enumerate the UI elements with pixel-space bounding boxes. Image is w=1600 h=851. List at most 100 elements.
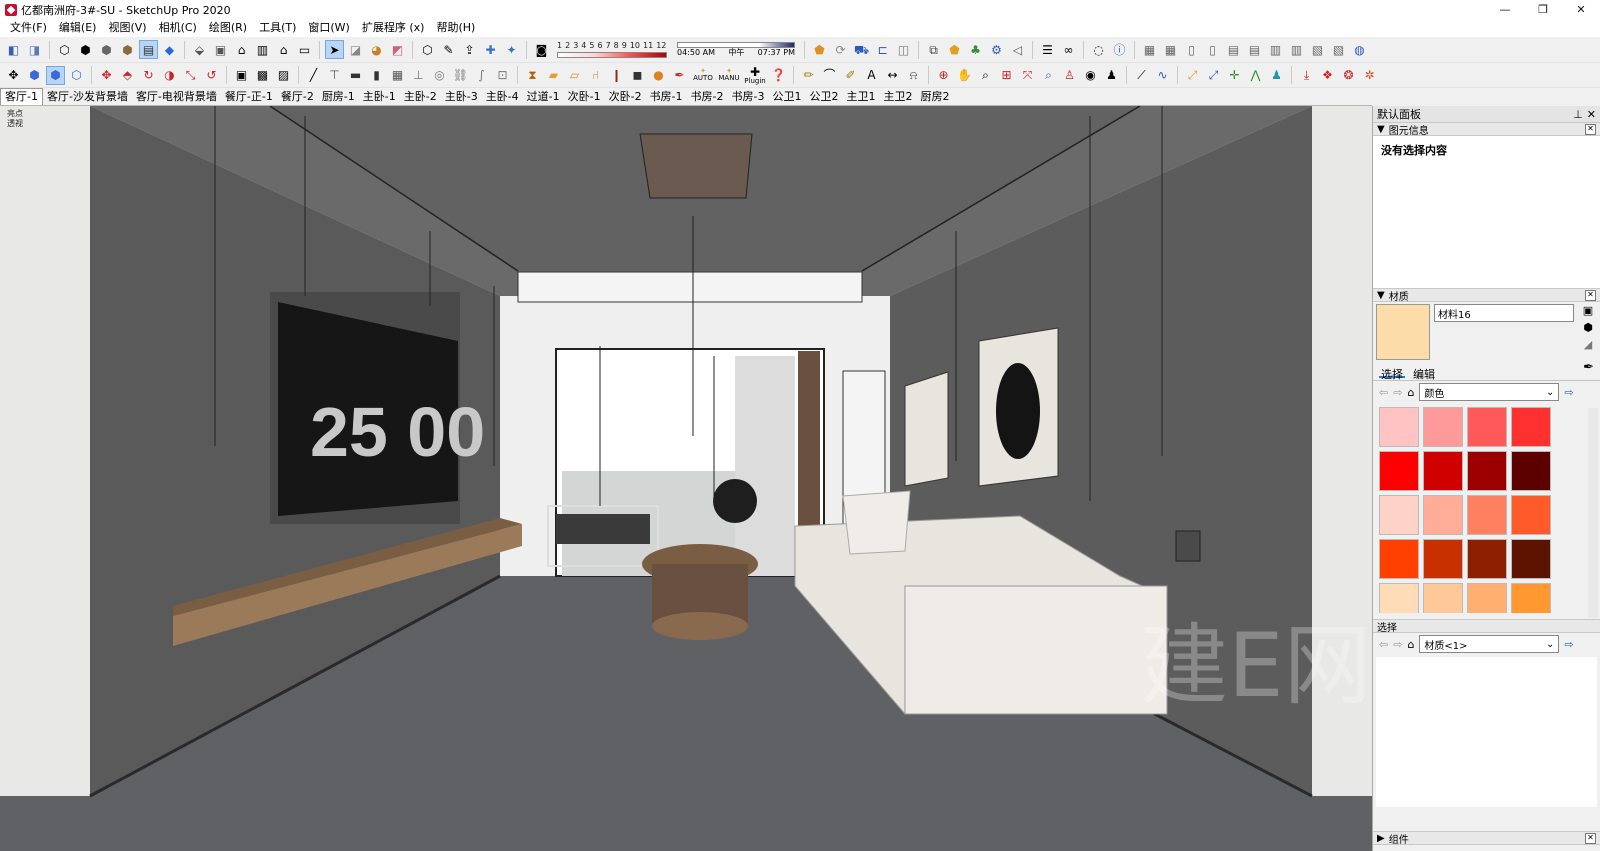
- film-icon[interactable]: ▮: [367, 66, 386, 85]
- shaded-textures-icon[interactable]: ⬢: [118, 40, 137, 59]
- globe-icon[interactable]: ◍: [1350, 40, 1369, 59]
- color-swatch[interactable]: [1423, 451, 1463, 491]
- t-tool-icon[interactable]: ⊤: [325, 66, 344, 85]
- scene-tab[interactable]: 公卫1: [768, 89, 805, 105]
- details-arrow-icon[interactable]: ⇨: [1564, 386, 1573, 399]
- color-swatch[interactable]: [1423, 539, 1463, 579]
- xray-icon[interactable]: ◧: [4, 40, 23, 59]
- camera-icon[interactable]: ◫: [894, 40, 913, 59]
- pencil-icon[interactable]: ✏: [799, 66, 818, 85]
- menu-file[interactable]: 文件(F): [4, 19, 53, 37]
- chair-icon[interactable]: ⑁: [586, 66, 605, 85]
- chain-icon[interactable]: ⛓: [451, 66, 470, 85]
- axes-b-icon[interactable]: ⤢: [1204, 66, 1223, 85]
- color-swatch[interactable]: [1511, 407, 1551, 447]
- scene-tab[interactable]: 厨房-1: [318, 89, 359, 105]
- cube-outline-icon[interactable]: ⬡: [67, 66, 86, 85]
- color-swatch[interactable]: [1379, 407, 1419, 447]
- menu-help[interactable]: 帮助(H): [430, 19, 481, 37]
- help-icon[interactable]: ❓: [769, 66, 788, 85]
- sun-icon[interactable]: ✦: [502, 40, 521, 59]
- scene-tab[interactable]: 主卧-2: [400, 89, 441, 105]
- panel-e-icon[interactable]: ▧: [1308, 40, 1327, 59]
- grid-b-icon[interactable]: ▦: [1161, 40, 1180, 59]
- wireframe-icon[interactable]: ⬡: [55, 40, 74, 59]
- minimize-button[interactable]: —: [1486, 0, 1524, 19]
- manu-icon[interactable]: ✦ MANU: [717, 66, 741, 85]
- scene-tab[interactable]: 过道-1: [523, 89, 564, 105]
- color-swatch[interactable]: [1379, 539, 1419, 579]
- model-materials-dropdown[interactable]: 材质<1> ⌄: [1419, 635, 1560, 653]
- frame-a-icon[interactable]: ▣: [232, 66, 251, 85]
- color-swatch[interactable]: [1423, 583, 1463, 613]
- walk-icon[interactable]: ♟: [1102, 66, 1121, 85]
- color-swatch[interactable]: [1511, 583, 1551, 613]
- color-swatch[interactable]: [1467, 539, 1507, 579]
- shade-triangle-icon[interactable]: ◢: [1584, 338, 1592, 351]
- swatch-scrollbar[interactable]: [1588, 408, 1598, 618]
- living-room-scene[interactable]: 25 00 建E网: [0, 106, 1372, 851]
- window-icon[interactable]: ⊡: [493, 66, 512, 85]
- materials-header[interactable]: ▼ 材质 ✕: [1373, 288, 1600, 303]
- doc-a-icon[interactable]: ▯: [1182, 40, 1201, 59]
- scene-tab[interactable]: 主卫2: [879, 89, 916, 105]
- collection-dropdown[interactable]: 颜色 ⌄: [1419, 383, 1560, 401]
- top-view-icon[interactable]: ▣: [211, 40, 230, 59]
- zoom-icon[interactable]: ⌕: [976, 66, 995, 85]
- cube-selected-icon[interactable]: ⬢: [46, 65, 65, 85]
- collapse-triangle-icon[interactable]: ▼: [1377, 290, 1385, 301]
- extension-warehouse-icon[interactable]: ✚: [481, 40, 500, 59]
- pan-icon[interactable]: ✋: [955, 66, 974, 85]
- color-swatch[interactable]: [1511, 495, 1551, 535]
- menu-tools[interactable]: 工具(T): [253, 19, 302, 37]
- color-swatch[interactable]: [1467, 407, 1507, 447]
- back-edges-icon[interactable]: ◨: [25, 40, 44, 59]
- scene-tab[interactable]: 次卧-2: [605, 89, 646, 105]
- back-arrow-icon[interactable]: ⇦: [1379, 386, 1388, 399]
- tape-measure-icon[interactable]: ✎: [439, 40, 458, 59]
- default-material-icon[interactable]: ▣: [1583, 304, 1593, 317]
- scene-tab[interactable]: 主卧-1: [359, 89, 400, 105]
- curve-icon[interactable]: ∫: [472, 66, 491, 85]
- shaded-icon[interactable]: ⬢: [97, 40, 116, 59]
- forward-arrow-icon[interactable]: ⇨: [1393, 638, 1402, 651]
- scene-tab[interactable]: 次卧-1: [564, 89, 605, 105]
- zoom-window-icon[interactable]: ⊞: [997, 66, 1016, 85]
- export-b-icon[interactable]: ❖: [1318, 66, 1337, 85]
- expand-triangle-icon[interactable]: ▶: [1377, 833, 1385, 844]
- create-material-icon[interactable]: ⬢: [1583, 321, 1593, 334]
- speaker-icon[interactable]: ◁: [1008, 40, 1027, 59]
- doc-b-icon[interactable]: ▯: [1203, 40, 1222, 59]
- home-icon[interactable]: ⌂: [1407, 386, 1414, 399]
- menu-camera[interactable]: 相机(C): [153, 19, 203, 37]
- move-tool-icon[interactable]: ✥: [97, 66, 116, 85]
- car-icon[interactable]: ⛟: [852, 40, 871, 59]
- menu-view[interactable]: 视图(V): [102, 19, 152, 37]
- components-close-icon[interactable]: ✕: [1585, 832, 1596, 844]
- axes-a-icon[interactable]: ⤢: [1183, 66, 1202, 85]
- current-material-swatch[interactable]: [1376, 304, 1430, 360]
- paint-bucket-icon[interactable]: ◕: [367, 40, 386, 59]
- style-blue-icon[interactable]: ◆: [160, 40, 179, 59]
- color-swatch[interactable]: [1467, 451, 1507, 491]
- scene-tab[interactable]: 客厅-电视背景墙: [132, 89, 221, 105]
- position-camera-icon[interactable]: ♙: [1060, 66, 1079, 85]
- plugin-icon[interactable]: ✚ Plugin: [743, 66, 767, 85]
- scene-tab[interactable]: 客厅-1: [0, 88, 43, 105]
- back-view-icon[interactable]: ⌂: [274, 40, 293, 59]
- color-swatch[interactable]: [1379, 495, 1419, 535]
- select-arrow-icon[interactable]: ➤: [325, 40, 344, 59]
- model-materials-area[interactable]: [1376, 657, 1597, 807]
- tree-icon[interactable]: ♣: [966, 40, 985, 59]
- eraser-pink-icon[interactable]: ◩: [388, 40, 407, 59]
- export-a-icon[interactable]: ⤓: [1297, 66, 1316, 85]
- info-icon[interactable]: ⓘ: [1110, 40, 1129, 59]
- shadow-toggle-icon[interactable]: ◙: [532, 40, 551, 59]
- warehouse-icon[interactable]: ⇪: [460, 40, 479, 59]
- left-view-icon[interactable]: ▭: [295, 40, 314, 59]
- section-plane-icon[interactable]: ∿: [1153, 66, 1172, 85]
- zoom-previous-icon[interactable]: ⌕: [1039, 66, 1058, 85]
- color-swatch[interactable]: [1467, 495, 1507, 535]
- frame-c-icon[interactable]: ▨: [274, 66, 293, 85]
- scale-icon[interactable]: ⤡: [181, 66, 200, 85]
